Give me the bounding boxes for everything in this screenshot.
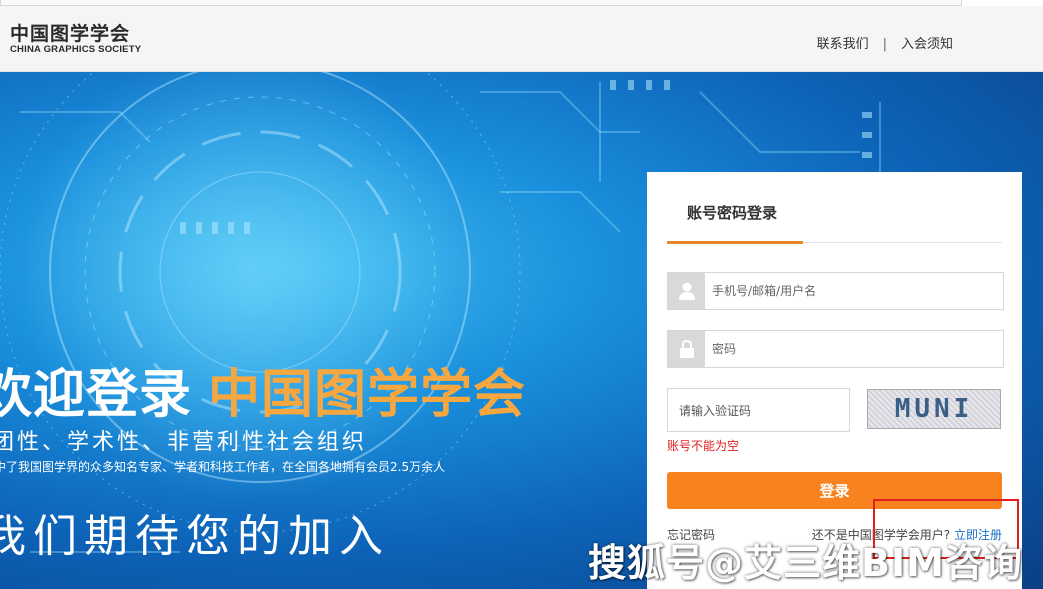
hero-subtitle: 团性、学术性、非营利性社会组织 xyxy=(0,430,368,455)
hero-title-welcome: 欢迎登录 xyxy=(0,365,193,425)
password-input[interactable] xyxy=(712,339,992,359)
user-icon xyxy=(668,273,705,309)
tab-account-password[interactable]: 账号密码登录 xyxy=(687,202,777,223)
join-notice-link[interactable]: 入会须知 xyxy=(901,37,953,52)
captcha-field xyxy=(667,388,850,432)
captcha-input[interactable] xyxy=(679,401,839,421)
nav-separator: | xyxy=(882,37,887,52)
hero-title: 欢迎登录 中国图学学会 xyxy=(0,352,526,427)
password-field xyxy=(667,330,1004,368)
site-header: 中国图学学会 CHINA GRAPHICS SOCIETY 联系我们 | 入会须知 xyxy=(0,6,1043,72)
active-tab-underline xyxy=(667,241,803,244)
lock-icon xyxy=(668,331,705,367)
header-nav: 联系我们 | 入会须知 xyxy=(817,33,953,52)
watermark-text: 搜狐号@艾三维BIM咨询 xyxy=(588,541,1023,585)
username-field xyxy=(667,272,1004,310)
login-tab-bar: 账号密码登录 xyxy=(667,172,1002,244)
hero-description: 中了我国图学界的众多知名专家、学者和科技工作者，在全国各地拥有会员2.5万余人 xyxy=(0,460,446,474)
logo-chinese: 中国图学学会 xyxy=(10,23,131,45)
site-logo[interactable]: 中国图学学会 CHINA GRAPHICS SOCIETY xyxy=(10,24,141,56)
hero-title-society: 中国图学学会 xyxy=(208,365,527,425)
username-input[interactable] xyxy=(712,281,992,301)
logo-english: CHINA GRAPHICS SOCIETY xyxy=(10,44,142,55)
contact-us-link[interactable]: 联系我们 xyxy=(817,37,869,52)
error-message: 账号不能为空 xyxy=(667,439,740,453)
captcha-text: MUNI xyxy=(894,394,974,424)
captcha-image[interactable]: MUNI xyxy=(867,389,1001,429)
hero-join-text: 我们期待您的加入 xyxy=(0,511,390,562)
